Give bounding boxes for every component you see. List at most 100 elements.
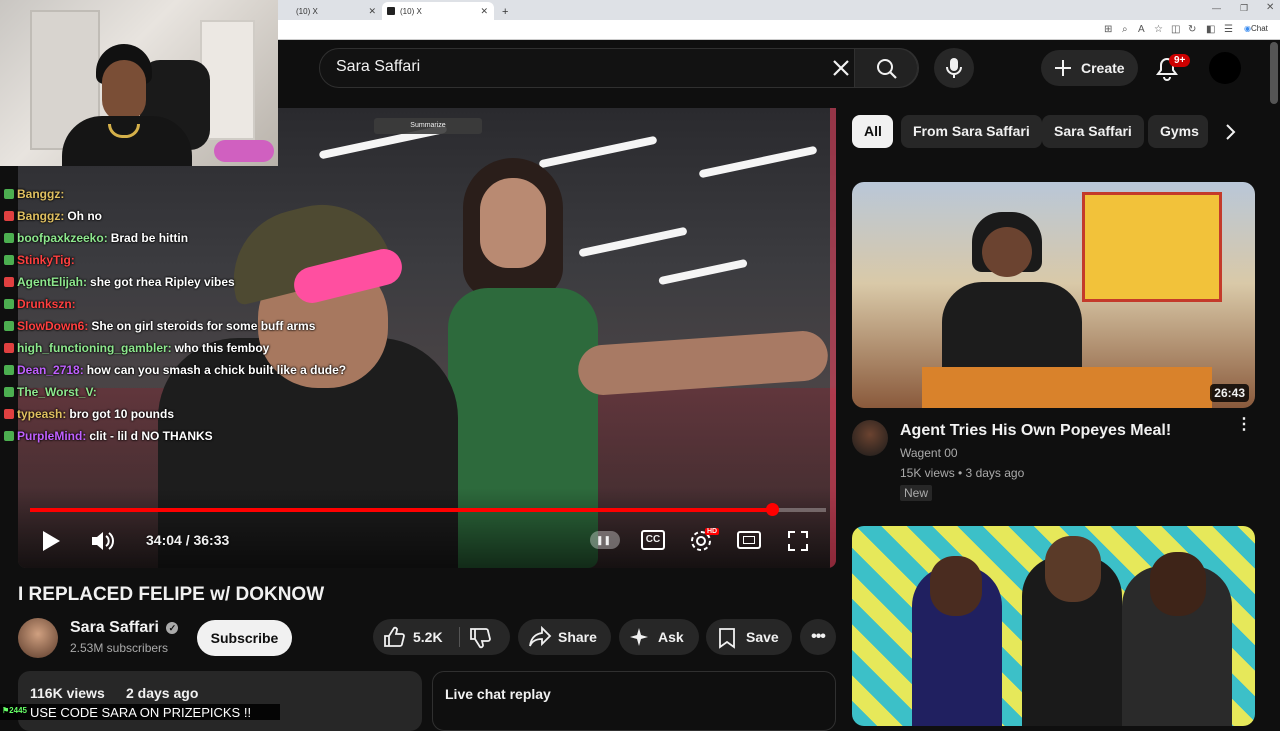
view-count: 116K views	[30, 685, 105, 701]
subscribe-button[interactable]: Subscribe	[197, 620, 292, 656]
live-chat-box[interactable]: Live chat replay	[432, 671, 836, 731]
chat-message: boofpaxkzeeko: Brad be hittin	[4, 227, 334, 249]
chip-gyms[interactable]: Gyms	[1148, 115, 1208, 148]
chip-all[interactable]: All	[852, 115, 893, 148]
chat-text: bro got 10 pounds	[69, 407, 175, 421]
chat-username: boofpaxkzeeko:	[17, 231, 108, 245]
play-button[interactable]	[40, 529, 62, 558]
chat-message: PurpleMind: clit - lil d NO THANKS	[4, 425, 334, 447]
progress-knob[interactable]	[765, 503, 779, 516]
chevron-right-icon	[1226, 124, 1236, 140]
captions-button[interactable]: CC	[641, 530, 665, 550]
subscriber-count: 2.53M subscribers	[70, 641, 169, 655]
chat-username: StinkyTig:	[17, 253, 75, 267]
pause-icon: ❚❚	[596, 535, 612, 545]
browser-tab-bar: (10) X ✕ (10) X ✕ + — ❐ ✕	[278, 0, 1280, 20]
browser-tab-active[interactable]: (10) X ✕	[382, 2, 494, 20]
split-icon[interactable]: ◧	[1206, 24, 1215, 35]
ask-button[interactable]: Ask	[619, 619, 699, 655]
fullscreen-button[interactable]	[786, 529, 810, 558]
recommendation-thumbnail[interactable]	[852, 526, 1255, 726]
more-actions-button[interactable]: •••	[800, 619, 836, 655]
zoom-icon[interactable]: ⌕	[1122, 24, 1128, 35]
address-bar: ⊞ ⌕ A ☆ ◫ ↻ ◧ ☰ ◉Chat	[278, 20, 1280, 40]
volume-button[interactable]	[90, 529, 116, 558]
recommendation-title[interactable]: Agent Tries His Own Popeyes Meal!	[900, 422, 1171, 440]
favorites-bar-icon[interactable]: ☰	[1224, 24, 1233, 35]
settings-button[interactable]: HD	[689, 528, 720, 559]
like-count: 5.2K	[413, 629, 443, 645]
refresh-icon[interactable]: ↻	[1188, 24, 1196, 35]
scrollbar-thumb[interactable]	[1270, 42, 1278, 104]
account-avatar[interactable]	[1209, 52, 1241, 84]
channel-name[interactable]: Sara Saffari	[70, 619, 159, 636]
copilot-icon: ◉	[1244, 24, 1251, 33]
hd-badge: HD	[705, 528, 720, 535]
ticker-count: ⚑2445	[2, 706, 27, 715]
save-button[interactable]: Save	[706, 619, 792, 655]
chat-username: PurpleMind:	[17, 429, 87, 443]
recommendation-menu-button[interactable]: ⋮	[1236, 417, 1252, 433]
chips-next-button[interactable]	[1218, 120, 1242, 149]
search-input[interactable]	[336, 58, 816, 76]
chat-username: SlowDown6:	[17, 319, 89, 333]
chat-username: Drunkszn:	[17, 297, 76, 311]
chat-badge-icon	[4, 365, 14, 375]
chip-sara-saffari[interactable]: Sara Saffari	[1042, 115, 1144, 148]
progress-bar[interactable]	[30, 503, 826, 516]
recommendation-channel[interactable]: Wagent 00	[900, 446, 958, 460]
chat-message: high_functioning_gambler: who this femboy	[4, 337, 334, 359]
voice-search-button[interactable]	[934, 48, 974, 88]
chat-username: Banggz:	[17, 209, 65, 223]
recommendation-thumbnail[interactable]: 26:43	[852, 182, 1255, 408]
plus-icon	[1055, 60, 1071, 76]
copilot-chat-button[interactable]: ◉Chat	[1244, 24, 1274, 33]
new-tab-button[interactable]: +	[498, 1, 518, 19]
chat-message: typeash: bro got 10 pounds	[4, 403, 334, 425]
more-vertical-icon: ⋮	[1236, 416, 1252, 433]
like-button[interactable]: 5.2K	[373, 619, 459, 655]
grid-icon[interactable]: ⊞	[1104, 24, 1112, 35]
chat-badge-icon	[4, 211, 14, 221]
x-logo-icon	[387, 7, 395, 15]
search-bar	[319, 48, 919, 88]
minimize-icon[interactable]: —	[1212, 3, 1221, 13]
share-icon	[529, 626, 552, 647]
chat-badge-icon	[4, 255, 14, 265]
share-button[interactable]: Share	[518, 619, 611, 655]
chat-username: high_functioning_gambler:	[17, 341, 172, 355]
autoplay-toggle[interactable]: ❚❚	[590, 531, 620, 549]
person-face	[930, 556, 982, 616]
maximize-icon[interactable]: ❐	[1240, 3, 1248, 14]
search-button[interactable]	[854, 48, 918, 88]
clear-search-icon[interactable]	[830, 57, 852, 79]
chat-username: Dean_2718:	[17, 363, 84, 377]
channel-name-row[interactable]: Sara Saffari ✓	[70, 619, 179, 637]
browser-tab[interactable]: (10) X ✕	[278, 2, 382, 20]
channel-avatar[interactable]	[18, 618, 58, 658]
recommendation-channel-avatar[interactable]	[852, 420, 888, 456]
chat-overlay: Banggz: Banggz: Oh no boofpaxkzeeko: Brad be…	[4, 183, 346, 447]
close-tab-icon[interactable]: ✕	[480, 6, 488, 17]
summarize-button[interactable]: Summarize	[374, 118, 482, 134]
description-box[interactable]: 116K views 2 days ago	[18, 671, 422, 731]
chat-message: AgentElijah: she got rhea Ripley vibes	[4, 271, 334, 293]
chat-text: Oh no	[67, 209, 102, 223]
close-tab-icon[interactable]: ✕	[368, 6, 376, 17]
share-label: Share	[558, 629, 597, 645]
chat-badge-icon	[4, 409, 14, 419]
extensions-icon[interactable]: ◫	[1171, 24, 1180, 35]
favorite-icon[interactable]: ☆	[1154, 24, 1163, 35]
notifications-button[interactable]: 9+	[1154, 54, 1191, 82]
create-button[interactable]: Create	[1041, 50, 1138, 86]
chat-text: she got rhea Ripley vibes	[90, 275, 235, 289]
close-window-icon[interactable]: ✕	[1266, 2, 1274, 13]
thumbs-down-icon	[470, 628, 491, 649]
thumbs-up-icon	[384, 626, 405, 647]
theater-mode-button[interactable]	[737, 531, 761, 549]
chip-from-channel[interactable]: From Sara Saffari	[901, 115, 1042, 148]
dislike-button[interactable]	[469, 626, 491, 662]
fullscreen-icon	[788, 531, 808, 551]
read-aloud-icon[interactable]: A	[1138, 24, 1145, 35]
bookmark-icon	[719, 628, 735, 649]
